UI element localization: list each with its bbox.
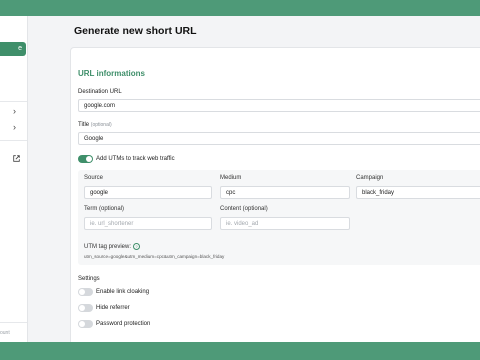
title-label-text: Title — [78, 122, 90, 128]
toggle-knob — [86, 156, 92, 162]
content-input[interactable]: ie. video_ad — [220, 217, 350, 230]
main-content: Generate new short URL URL informations … — [27, 16, 480, 342]
title-optional-hint: (optional) — [90, 122, 112, 128]
utm-toggle-label: Add UTMs to track web traffic — [96, 156, 175, 162]
utm-preview-title: UTM tag preview: — [84, 244, 132, 251]
term-label: Term (optional) — [84, 206, 125, 212]
toggle-knob — [79, 305, 85, 311]
sidebar-divider — [0, 101, 27, 102]
section-title: URL informations — [78, 69, 145, 78]
utm-preview-value: utm_source=google&utm_medium=cpc&utm_cam… — [84, 254, 225, 259]
medium-label: Medium — [220, 175, 242, 181]
content-label: Content (optional) — [220, 206, 268, 212]
title-input[interactable]: Google — [78, 132, 480, 145]
destination-input[interactable]: google.com — [78, 99, 480, 112]
sidebar-create-button[interactable]: e — [0, 42, 26, 56]
utm-toggle[interactable] — [78, 155, 93, 163]
source-input[interactable]: google — [84, 186, 212, 199]
sidebar-divider — [0, 322, 27, 323]
url-form-card: URL informations Destination URL google.… — [70, 47, 480, 342]
utm-panel: Source google Medium cpc Campaign black_… — [78, 170, 480, 265]
toggle-knob — [79, 321, 85, 327]
hide-referrer-toggle[interactable] — [78, 304, 93, 312]
chevron-right-icon[interactable]: › — [13, 106, 16, 116]
term-input[interactable]: ie. url_shortener — [84, 217, 212, 230]
help-icon[interactable]: ? — [133, 243, 141, 250]
password-protection-label: Password protection — [96, 321, 151, 327]
utm-preview-label: UTM tag preview:? — [84, 243, 141, 251]
toggle-knob — [79, 289, 85, 295]
page-title: Generate new short URL — [74, 25, 197, 37]
sidebar-divider — [0, 140, 27, 141]
link-cloaking-label: Enable link cloaking — [96, 289, 150, 295]
medium-input[interactable]: cpc — [220, 186, 350, 199]
hide-referrer-label: Hide referrer — [96, 305, 130, 311]
external-link-icon[interactable] — [13, 155, 20, 164]
sidebar: e › › ount — [0, 16, 28, 342]
destination-label: Destination URL — [78, 89, 122, 95]
campaign-input[interactable]: black_friday — [356, 186, 480, 199]
link-cloaking-toggle[interactable] — [78, 288, 93, 296]
chevron-right-icon[interactable]: › — [13, 122, 16, 132]
title-label: Title (optional) — [78, 122, 112, 128]
campaign-label: Campaign — [356, 175, 384, 181]
source-label: Source — [84, 175, 104, 181]
app-window: e › › ount Generate new short URL URL in… — [0, 16, 480, 342]
password-protection-toggle[interactable] — [78, 320, 93, 328]
settings-title: Settings — [78, 276, 100, 282]
sidebar-account-text[interactable]: ount — [0, 330, 10, 336]
